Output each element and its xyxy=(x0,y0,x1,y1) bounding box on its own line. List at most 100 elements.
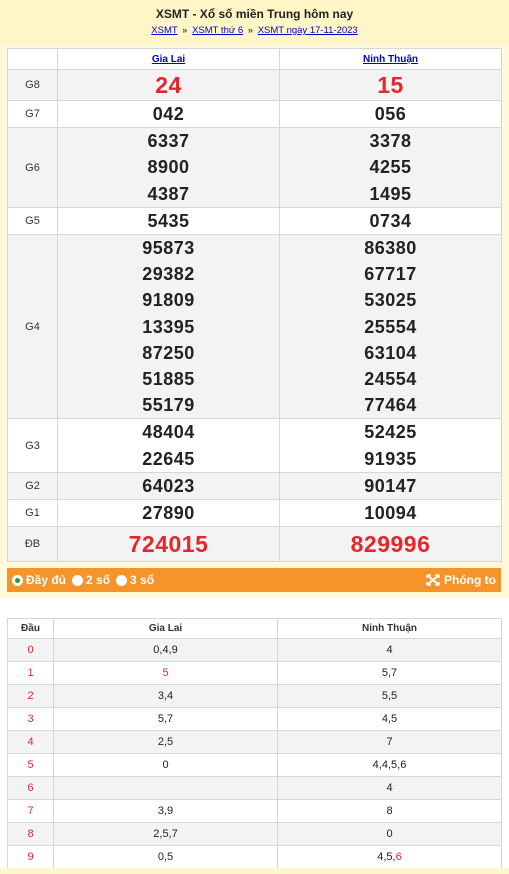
prize-label: G7 xyxy=(7,99,58,129)
loto-head-digit: 5 xyxy=(7,753,54,777)
loto-tail-gia-lai: 5 xyxy=(53,661,278,685)
loto-tails: 0 xyxy=(386,828,393,840)
loto-head-digit: 2 xyxy=(7,684,54,708)
prize-row: G3 48404 22645 52425 91935 xyxy=(7,418,502,473)
prize-cell: 95873 29382 91809 13395 87250 51885 55179 xyxy=(57,234,280,420)
expand-icon xyxy=(426,574,440,586)
loto-tail-ninh-thuan: 5,5 xyxy=(277,684,502,708)
loto-row: 8 2,5,7 0 xyxy=(7,822,502,846)
prize-number: 86380 xyxy=(364,238,417,259)
loto-tails: 5,7 xyxy=(381,667,398,679)
prize-row: G6 6337 8900 4387 3378 4255 1495 xyxy=(7,127,502,208)
radio-icon[interactable] xyxy=(116,574,128,586)
breadcrumb-xsmt[interactable]: XSMT xyxy=(151,25,177,36)
loto-tail-gia-lai: 3,4 xyxy=(53,684,278,708)
prize-number: 042 xyxy=(152,104,185,124)
prize-number: 5435 xyxy=(147,210,190,231)
prize-cell: 24 xyxy=(57,69,280,101)
prize-cell: 86380 67717 53025 25554 63104 24554 77464 xyxy=(279,234,502,420)
radio-icon[interactable] xyxy=(72,574,84,586)
loto-tail-ninh-thuan: 0 xyxy=(277,822,502,846)
loto-tails: 5 xyxy=(162,667,169,679)
prize-cell: 15 xyxy=(279,69,502,101)
prize-cell: 829996 xyxy=(279,526,502,563)
prize-number: 3378 xyxy=(369,131,412,152)
prize-number: 87250 xyxy=(142,342,195,363)
loto-head-digit: 1 xyxy=(7,661,54,685)
results-table: Gia Lai Ninh Thuận G8 24 15 G7 042 056 G6 6337 8… xyxy=(7,48,502,563)
prize-number: 64023 xyxy=(142,475,195,496)
page-title: XSMT - Xổ số miền Trung hôm nay xyxy=(155,7,354,21)
prize-number: 51885 xyxy=(142,369,195,390)
loto-tails: 0,4,9 xyxy=(153,644,178,656)
prize-row: G2 64023 90147 xyxy=(7,471,502,501)
breadcrumb-xsmt-date[interactable]: XSMT ngày 17-11-2023 xyxy=(258,25,358,36)
loto-head-digit: 3 xyxy=(7,707,54,731)
loto-tail-gia-lai: 0 xyxy=(53,753,278,777)
loto-tails: 4 xyxy=(386,782,393,794)
prize-label: G5 xyxy=(7,206,58,236)
loto-section: Đầu Gia Lai Ninh Thuận 0 0,4,9 4 1 5 5,7 2 3,4 5… xyxy=(0,598,509,874)
loto-row: 9 0,5 4,5,6 xyxy=(7,845,502,869)
prize-cell: 10094 xyxy=(279,499,502,528)
loto-tail-ninh-thuan: 4,5,6 xyxy=(277,845,502,869)
prize-label: G4 xyxy=(7,234,58,420)
loto-tails: 4 xyxy=(386,644,393,656)
breadcrumb-separator: » xyxy=(247,25,254,36)
prize-label: G3 xyxy=(7,418,58,473)
breadcrumb-xsmt-friday[interactable]: XSMT thứ 6 xyxy=(192,25,243,36)
option-full[interactable]: Đầy đủ xyxy=(12,573,66,587)
loto-tail-gia-lai xyxy=(53,776,278,800)
loto-row: 2 3,4 5,5 xyxy=(7,684,502,708)
prize-number: 29382 xyxy=(142,264,195,285)
loto-tail-ninh-thuan: 5,7 xyxy=(277,661,502,685)
province-header: Ninh Thuận xyxy=(279,48,502,70)
loto-column-header: Ninh Thuận xyxy=(277,618,502,639)
zoom-label: Phóng to xyxy=(444,573,496,587)
loto-row: 7 3,9 8 xyxy=(7,799,502,823)
loto-tail-gia-lai: 0,5 xyxy=(53,845,278,869)
prize-number: 52425 xyxy=(364,422,417,443)
loto-tail-gia-lai: 0,4,9 xyxy=(53,638,278,662)
prize-number: 724015 xyxy=(128,531,209,558)
option-three-digits[interactable]: 3 số xyxy=(116,573,154,587)
prize-number: 48404 xyxy=(142,422,195,443)
option-two-digits[interactable]: 2 số xyxy=(72,573,110,587)
loto-tails: 4,4,5,6 xyxy=(372,759,407,771)
prize-number: 1495 xyxy=(369,183,412,204)
loto-tail-ninh-thuan: 4 xyxy=(277,776,502,800)
loto-row: 1 5 5,7 xyxy=(7,661,502,685)
prize-row: G1 27890 10094 xyxy=(7,499,502,528)
loto-row: 0 0,4,9 4 xyxy=(7,638,502,662)
loto-tails: 5,7 xyxy=(157,713,174,725)
prize-number: 4255 xyxy=(369,157,412,178)
prize-cell: 056 xyxy=(279,99,502,129)
breadcrumb: XSMT » XSMT thứ 6 » XSMT ngày 17-11-2023 xyxy=(0,25,509,36)
prize-number: 829996 xyxy=(350,531,431,558)
loto-tails: 0 xyxy=(162,759,169,771)
prize-number: 27890 xyxy=(142,503,195,524)
loto-table: Đầu Gia Lai Ninh Thuận 0 0,4,9 4 1 5 5,7 2 3,4 5… xyxy=(7,618,502,869)
prize-row: G8 24 15 xyxy=(7,69,502,101)
prize-cell: 90147 xyxy=(279,471,502,501)
prize-number: 77464 xyxy=(364,395,417,416)
zoom-button[interactable]: Phóng to xyxy=(426,573,496,587)
loto-tails: 7 xyxy=(386,736,393,748)
prize-number: 25554 xyxy=(364,316,417,337)
prize-number: 55179 xyxy=(142,395,195,416)
radio-selected-icon[interactable] xyxy=(12,574,23,586)
prize-number: 90147 xyxy=(364,475,417,496)
option-three-label: 3 số xyxy=(130,573,155,587)
prize-label: G8 xyxy=(7,69,58,101)
loto-row: 64 xyxy=(7,776,502,800)
prize-cell: 52425 91935 xyxy=(279,418,502,473)
prize-row: ĐB 724015 829996 xyxy=(7,526,502,563)
prize-label: ĐB xyxy=(7,526,58,563)
prize-cell: 48404 22645 xyxy=(57,418,280,473)
loto-head-digit: 7 xyxy=(7,799,54,823)
province-link-ninh-thuan[interactable]: Ninh Thuận xyxy=(363,54,418,65)
prize-number: 91809 xyxy=(142,290,195,311)
province-link-gia-lai[interactable]: Gia Lai xyxy=(152,54,185,65)
display-options-bar: Đầy đủ 2 số 3 số Phóng to xyxy=(7,568,501,592)
prize-number: 67717 xyxy=(364,264,417,285)
